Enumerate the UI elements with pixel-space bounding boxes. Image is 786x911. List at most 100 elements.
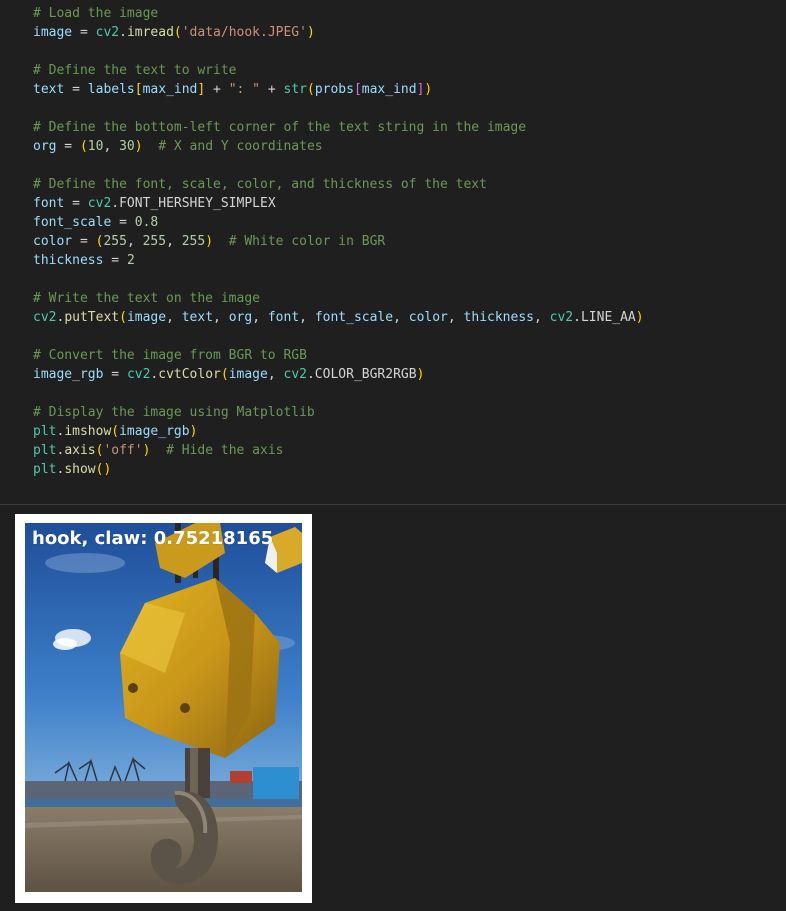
code-token: =: [103, 253, 127, 268]
code-token: font: [267, 310, 300, 325]
code-token: image_rgb: [33, 367, 104, 382]
code-token: ): [205, 234, 214, 249]
code-token: font_scale: [33, 215, 112, 230]
code-token: color: [33, 234, 73, 249]
code-token: cv2: [126, 367, 151, 382]
code-token: (: [173, 25, 182, 40]
code-line[interactable]: color = (255, 255, 255) # White color in…: [33, 232, 644, 251]
code-token: =: [56, 139, 80, 154]
code-token: (): [95, 462, 112, 477]
code-token: 'off': [103, 443, 143, 458]
code-token: font_scale: [314, 310, 394, 325]
code-token: # Hide the axis: [166, 443, 284, 458]
code-token: ): [306, 25, 315, 40]
code-line[interactable]: [33, 42, 644, 61]
code-token: ,: [166, 234, 182, 249]
code-token: 255: [103, 234, 127, 249]
code-token: (: [119, 310, 127, 325]
code-line[interactable]: org = (10, 30) # X and Y coordinates: [33, 137, 644, 156]
code-token: plt: [33, 462, 57, 477]
code-line[interactable]: font_scale = 0.8: [33, 213, 644, 232]
code-token: 30: [119, 139, 135, 154]
code-token: (: [79, 139, 88, 154]
code-token: ): [635, 310, 644, 325]
code-token: ,: [126, 234, 143, 249]
code-token: cv2: [33, 310, 57, 325]
code-token: labels: [87, 82, 135, 97]
code-token: image_rgb: [119, 424, 190, 439]
code-line[interactable]: # Write the text on the image: [33, 289, 644, 308]
code-token: ,: [299, 310, 315, 325]
code-line[interactable]: # Load the image: [33, 4, 644, 23]
code-line[interactable]: [33, 156, 644, 175]
code-token: ): [189, 424, 198, 439]
code-token: 255: [181, 234, 206, 249]
code-token: max_ind: [142, 82, 198, 97]
code-line[interactable]: # Define the text to write: [33, 61, 644, 80]
code-line[interactable]: text = labels[max_ind] + ": " + str(prob…: [33, 80, 644, 99]
code-line[interactable]: # Convert the image from BGR to RGB: [33, 346, 644, 365]
output-area: hook, claw: 0.75218165: [0, 505, 786, 911]
code-token: =: [103, 367, 127, 382]
code-token: =: [72, 234, 96, 249]
code-line[interactable]: cv2.putText(image, text, org, font, font…: [33, 308, 644, 327]
code-token: putText: [64, 310, 120, 325]
code-line[interactable]: image = cv2.imread('data/hook.JPEG'): [33, 23, 644, 42]
code-token: .COLOR_BGR2RGB: [306, 367, 417, 382]
code-cell[interactable]: # Load the image image = cv2.imread('data…: [0, 0, 786, 504]
code-token: =: [64, 196, 88, 211]
code-token: max_ind: [361, 82, 417, 97]
code-token: # Define the text to write: [33, 63, 237, 78]
code-token: axis: [64, 443, 96, 458]
code-token: image: [126, 310, 167, 325]
matplotlib-figure: hook, claw: 0.75218165: [15, 514, 312, 903]
code-line[interactable]: plt.imshow(image_rgb): [33, 422, 644, 441]
code-line[interactable]: # Display the image using Matplotlib: [33, 403, 644, 422]
code-token: cv2: [87, 196, 112, 211]
code-line[interactable]: plt.axis('off') # Hide the axis: [33, 441, 644, 460]
code-token: 0.8: [134, 215, 159, 230]
code-line[interactable]: thickness = 2: [33, 251, 644, 270]
code-token: .LINE_AA: [573, 310, 636, 325]
code-token: ): [424, 82, 433, 97]
code-token: # Load the image: [33, 6, 159, 21]
code-line[interactable]: image_rgb = cv2.cvtColor(image, cv2.COLO…: [33, 365, 644, 384]
code-editor[interactable]: # Load the image image = cv2.imread('data…: [33, 4, 644, 479]
code-line[interactable]: [33, 384, 644, 403]
code-token: # Write the text on the image: [33, 291, 260, 306]
code-token: cv2: [95, 25, 120, 40]
code-token: thickness: [463, 310, 534, 325]
code-token: plt: [33, 424, 57, 439]
code-token: ,: [393, 310, 409, 325]
code-token: # Convert the image from BGR to RGB: [33, 348, 307, 363]
code-token: (: [220, 367, 229, 382]
code-token: (: [111, 424, 120, 439]
hook-photo: [25, 523, 302, 892]
code-token: ,: [103, 139, 120, 154]
code-line[interactable]: # Define the font, scale, color, and thi…: [33, 175, 644, 194]
code-token: text: [181, 310, 214, 325]
code-token: plt: [33, 443, 57, 458]
code-line[interactable]: font = cv2.FONT_HERSHEY_SIMPLEX: [33, 194, 644, 213]
code-token: =: [72, 25, 96, 40]
code-token: org: [33, 139, 57, 154]
code-token: 2: [126, 253, 135, 268]
code-token: imshow: [64, 424, 112, 439]
code-token: imread: [126, 25, 174, 40]
code-token: text: [33, 82, 65, 97]
code-line[interactable]: # Define the bottom-left corner of the t…: [33, 118, 644, 137]
code-line[interactable]: plt.show(): [33, 460, 644, 479]
code-token: # Display the image using Matplotlib: [33, 405, 315, 420]
code-token: cvtColor: [158, 367, 221, 382]
code-line[interactable]: [33, 327, 644, 346]
code-token: +: [205, 82, 229, 97]
code-token: color: [408, 310, 448, 325]
code-token: ,: [447, 310, 464, 325]
code-token: cv2: [283, 367, 307, 382]
code-line[interactable]: [33, 99, 644, 118]
code-token: thickness: [33, 253, 104, 268]
code-line[interactable]: [33, 270, 644, 289]
code-token: image: [33, 25, 73, 40]
